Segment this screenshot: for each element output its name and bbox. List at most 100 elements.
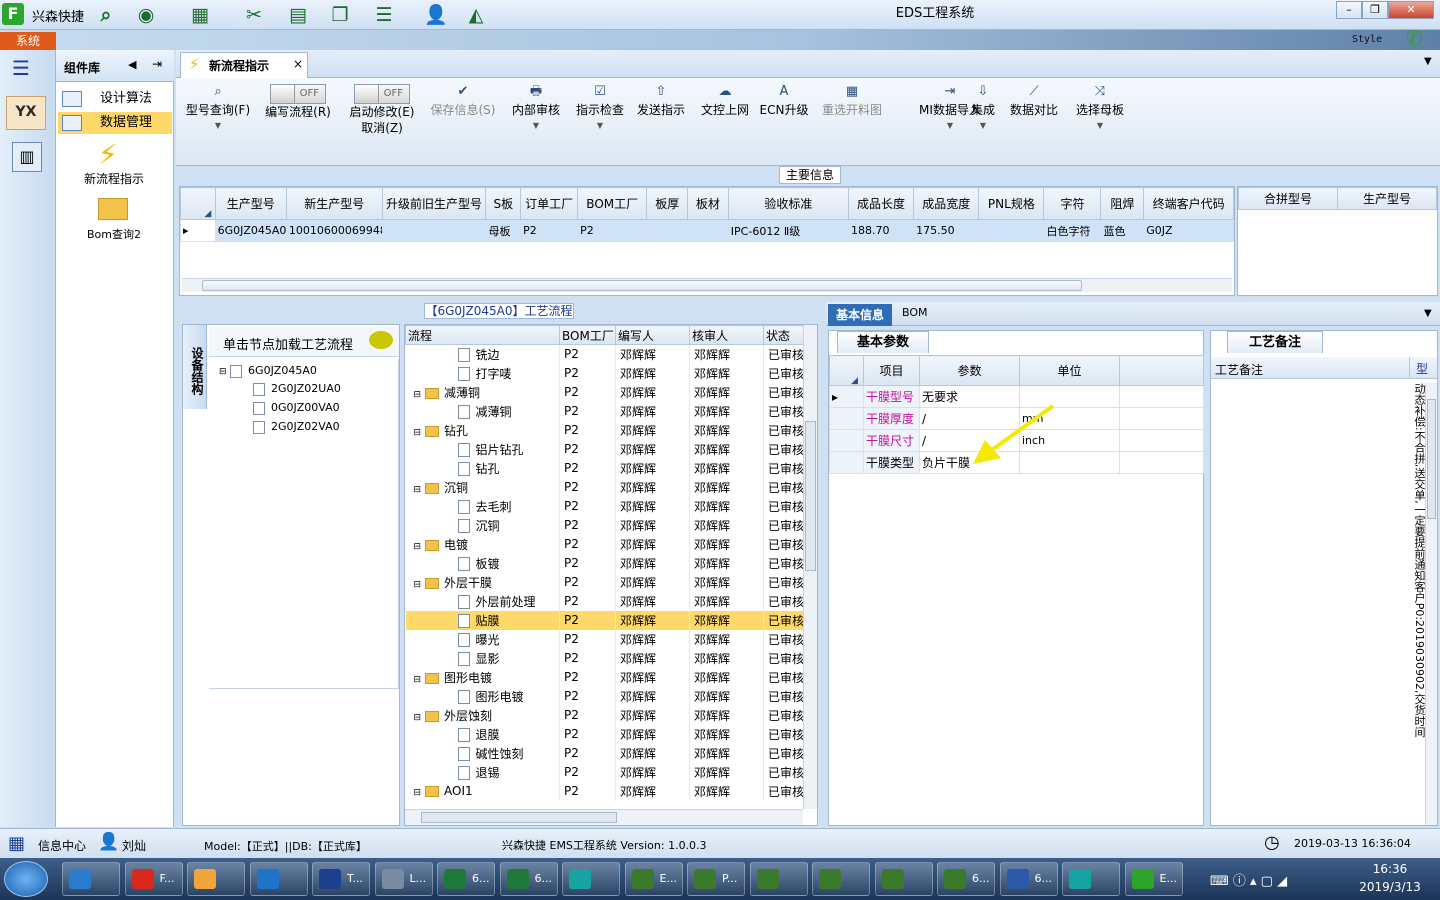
taskbar-app-button[interactable]	[749, 862, 808, 896]
taskbar-app-button[interactable]: F...	[124, 862, 183, 896]
start-modify-switch[interactable]: OFF	[354, 84, 410, 104]
flow-step-cell[interactable]: ⊟ 图形电镀	[405, 667, 560, 687]
ribbon-button-10[interactable]: ⤨ 选择母板 ▼	[1070, 84, 1130, 144]
calendar-icon[interactable]: ▥	[12, 142, 42, 172]
taskbar-app-button[interactable]	[562, 862, 620, 896]
column-header[interactable]: 阻焊	[1100, 187, 1145, 220]
flow-factory-cell[interactable]: P2	[559, 724, 616, 744]
flow-row[interactable]: ⊟ 外层蚀刻 P2 邓辉辉 邓辉辉 已审核	[405, 705, 806, 725]
flow-reviewer-cell[interactable]: 邓辉辉	[689, 762, 764, 782]
menu-icon[interactable]: ☰	[12, 56, 30, 80]
chevron-down-icon[interactable]: ▼	[1424, 308, 1432, 319]
flow-factory-cell[interactable]: P2	[559, 496, 616, 516]
flow-reviewer-cell[interactable]: 邓辉辉	[689, 344, 764, 364]
tray-icons[interactable]: ⌨ ⓘ ▴ ▢ ◢	[1210, 870, 1287, 889]
expand-icon[interactable]: ⊟	[414, 390, 422, 400]
flow-status-cell[interactable]: 已审核	[763, 439, 806, 459]
expand-icon[interactable]: ⊟	[414, 675, 422, 685]
flow-status-cell[interactable]: 已审核	[763, 610, 806, 630]
grid-cell[interactable]	[687, 219, 729, 242]
flow-step-cell[interactable]: 钻孔	[405, 458, 560, 478]
tab-basic-info[interactable]: 基本信息	[828, 304, 892, 326]
tile-bom-query[interactable]: Bom查询2	[56, 226, 172, 242]
taskbar-app-button[interactable]	[62, 862, 120, 896]
flow-row[interactable]: ⊟ AOI1 P2 邓辉辉 邓辉辉 已审核	[405, 781, 806, 801]
flow-row[interactable]: 退膜 P2 邓辉辉 邓辉辉 已审核	[405, 724, 806, 744]
col-unit[interactable]: 单位	[1019, 355, 1120, 386]
grid-cell[interactable]: P2	[577, 219, 648, 242]
chevron-down-icon[interactable]: ▼	[1424, 56, 1432, 67]
grid-cell[interactable]: P2	[520, 219, 579, 242]
tree-node[interactable]: 0G0JZ00VA0	[253, 400, 340, 416]
tab-close-icon[interactable]: ×	[293, 57, 303, 71]
tree-node-root[interactable]: ⊟ 6G0JZ045A0	[219, 363, 317, 379]
ribbon-button-0[interactable]: ✔ 保存信息(S)	[426, 84, 500, 144]
flow-reviewer-cell[interactable]: 邓辉辉	[689, 382, 764, 402]
flow-reviewer-cell[interactable]: 邓辉辉	[689, 572, 764, 592]
flow-factory-cell[interactable]: P2	[559, 515, 616, 535]
flow-reviewer-cell[interactable]: 邓辉辉	[689, 401, 764, 421]
flow-row[interactable]: 贴膜 P2 邓辉辉 邓辉辉 已审核	[405, 610, 806, 630]
tree-node[interactable]: 2G0JZ02VA0	[253, 419, 340, 435]
taskbar-app-button[interactable]: L...	[374, 862, 433, 896]
flow-step-cell[interactable]: 铝片钻孔	[405, 439, 560, 459]
flow-factory-cell[interactable]: P2	[559, 344, 616, 364]
flow-row[interactable]: ⊟ 沉铜 P2 邓辉辉 邓辉辉 已审核	[405, 477, 806, 497]
flow-row[interactable]: 外层前处理 P2 邓辉辉 邓辉辉 已审核	[405, 591, 806, 611]
flow-reviewer-cell[interactable]: 邓辉辉	[689, 781, 764, 801]
col-param[interactable]: 参数	[919, 355, 1020, 386]
flow-row[interactable]: 板镀 P2 邓辉辉 邓辉辉 已审核	[405, 553, 806, 573]
flow-reviewer-cell[interactable]: 邓辉辉	[689, 705, 764, 725]
ribbon-button-4[interactable]: ☁ 文控上网	[696, 84, 754, 144]
scroll-thumb[interactable]	[421, 812, 617, 823]
flow-writer-cell[interactable]: 邓辉辉	[615, 743, 690, 763]
style-menu[interactable]: Style	[1352, 34, 1382, 45]
col-item[interactable]: 项目	[863, 355, 920, 386]
flow-row[interactable]: 减薄铜 P2 邓辉辉 邓辉辉 已审核	[405, 401, 806, 421]
flow-writer-cell[interactable]: 邓辉辉	[615, 591, 690, 611]
flow-factory-cell[interactable]: P2	[559, 477, 616, 497]
column-header[interactable]: 验收标准	[727, 187, 849, 220]
taskbar-app-button[interactable]: T...	[312, 862, 370, 896]
taskbar-app-button[interactable]	[812, 862, 870, 896]
flow-writer-cell[interactable]: 邓辉辉	[615, 401, 690, 421]
column-header[interactable]: BOM工厂	[577, 187, 648, 220]
flow-factory-cell[interactable]: P2	[559, 648, 616, 668]
flow-row[interactable]: ⊟ 外层干膜 P2 邓辉辉 邓辉辉 已审核	[405, 572, 806, 592]
flow-writer-cell[interactable]: 邓辉辉	[615, 610, 690, 630]
flow-row[interactable]: 图形电镀 P2 邓辉辉 邓辉辉 已审核	[405, 686, 806, 706]
scroll-thumb[interactable]	[202, 280, 1082, 291]
flow-step-cell[interactable]: 退膜	[405, 724, 560, 744]
flow-reviewer-cell[interactable]: 邓辉辉	[689, 439, 764, 459]
ribbon-button-6[interactable]: ▦ 重选开料图	[816, 84, 888, 144]
flow-row[interactable]: ⊟ 减薄铜 P2 邓辉辉 邓辉辉 已审核	[405, 382, 806, 402]
flow-factory-cell[interactable]: P2	[559, 420, 616, 440]
ribbon-button-8[interactable]: ⇩ 集成 ▼	[964, 84, 1002, 144]
flow-reviewer-cell[interactable]: 邓辉辉	[689, 724, 764, 744]
device-structure-tab[interactable]: 设备结构	[183, 325, 207, 409]
tree-node[interactable]: 2G0JZ02UA0	[253, 381, 341, 397]
expand-icon[interactable]: ⊟	[414, 713, 422, 723]
flow-status-cell[interactable]: 已审核	[763, 477, 806, 497]
flow-reviewer-cell[interactable]: 邓辉辉	[689, 553, 764, 573]
flow-step-cell[interactable]: 显影	[405, 648, 560, 668]
flow-step-cell[interactable]: 去毛刺	[405, 496, 560, 516]
flow-step-cell[interactable]: ⊟ 电镀	[405, 534, 560, 554]
flow-step-cell[interactable]: ⊟ 沉铜	[405, 477, 560, 497]
notes-column-header[interactable]: 工艺备注	[1211, 357, 1437, 379]
flow-writer-cell[interactable]: 邓辉辉	[615, 667, 690, 687]
flow-writer-cell[interactable]: 邓辉辉	[615, 496, 690, 516]
flow-step-cell[interactable]: 打字唛	[405, 363, 560, 383]
folder-icon[interactable]	[98, 198, 128, 220]
flow-factory-cell[interactable]: P2	[559, 382, 616, 402]
windows-grid-icon[interactable]: ▦	[8, 833, 25, 854]
flow-factory-cell[interactable]: P2	[559, 458, 616, 478]
edit-flow-switch[interactable]: OFF	[270, 84, 326, 104]
taskbar-app-button[interactable]: P...	[687, 862, 745, 896]
flow-reviewer-cell[interactable]: 邓辉辉	[689, 534, 764, 554]
taskbar-app-button[interactable]	[1062, 862, 1120, 896]
flow-writer-cell[interactable]: 邓辉辉	[615, 629, 690, 649]
tab-new-flow[interactable]: ⚡ 新流程指示 ×	[180, 52, 308, 78]
tab-bom[interactable]: BOM	[902, 306, 928, 319]
flow-reviewer-cell[interactable]: 邓辉辉	[689, 496, 764, 516]
